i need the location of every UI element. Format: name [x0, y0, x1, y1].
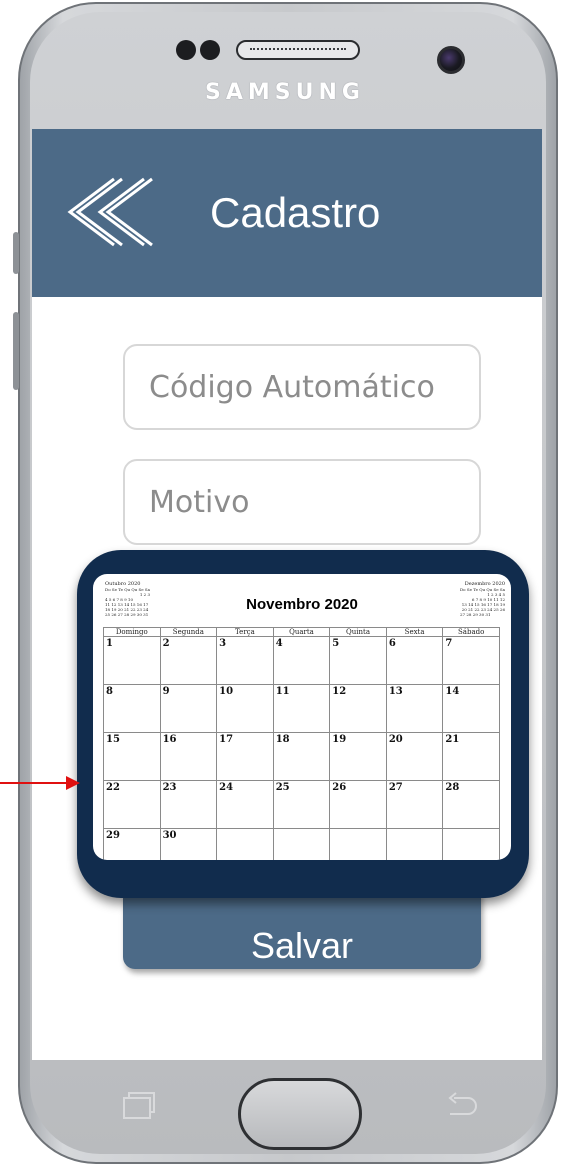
- annotation-arrow-icon: [0, 776, 80, 790]
- calendar-day[interactable]: 12: [329, 684, 387, 733]
- save-button-label: Salvar: [250, 925, 354, 966]
- calendar-day[interactable]: 28: [442, 780, 500, 829]
- calendar-day[interactable]: 21: [442, 732, 500, 781]
- calendar-day[interactable]: [442, 828, 500, 860]
- device-brand: SAMSUNG: [205, 80, 365, 105]
- calendar-day[interactable]: 27: [385, 780, 444, 829]
- speaker-grille: [236, 40, 360, 60]
- reason-field[interactable]: Motivo: [123, 459, 481, 545]
- double-chevron-left-icon[interactable]: [64, 173, 164, 251]
- calendar-day[interactable]: [216, 828, 274, 860]
- calendar-day[interactable]: 14: [442, 684, 500, 733]
- weekday-header: Sábado: [442, 627, 500, 637]
- calendar-day[interactable]: 30: [159, 828, 218, 860]
- weekday-header: Terça: [216, 627, 274, 637]
- calendar-day[interactable]: 8: [103, 684, 161, 733]
- weekday-header: Sexta: [385, 627, 444, 637]
- calendar-day[interactable]: 1: [103, 636, 161, 685]
- volume-button: [13, 232, 19, 274]
- calendar-day[interactable]: 16: [159, 732, 218, 781]
- code-field[interactable]: Código Automático: [123, 344, 481, 430]
- calendar-grid: Domingo Segunda Terça Quarta Quinta Sext…: [103, 627, 500, 860]
- calendar-day[interactable]: 15: [103, 732, 161, 781]
- weekday-header: Quinta: [329, 627, 387, 637]
- page-title: Cadastro: [210, 189, 381, 236]
- app-header: Cadastro: [32, 129, 542, 297]
- code-field-placeholder: Código Automático: [149, 369, 435, 405]
- weekday-header: Quarta: [272, 627, 331, 637]
- calendar-day[interactable]: 4: [272, 636, 331, 685]
- calendar-day[interactable]: 13: [385, 684, 444, 733]
- calendar-day[interactable]: 29: [103, 828, 161, 860]
- calendar-day[interactable]: [385, 828, 444, 860]
- calendar-title: Novembro 2020: [246, 596, 358, 613]
- back-key-icon[interactable]: [444, 1092, 478, 1118]
- calendar-day[interactable]: [329, 828, 387, 860]
- calendar-day[interactable]: 2: [159, 636, 218, 685]
- calendar-day[interactable]: 20: [385, 732, 444, 781]
- calendar-day[interactable]: 5: [329, 636, 387, 685]
- power-button: [13, 312, 19, 390]
- calendar-day[interactable]: 9: [159, 684, 218, 733]
- calendar-day[interactable]: 11: [272, 684, 331, 733]
- calendar-sheet: Outubro 2020 Do Se Te Qu Qu Se Sa 1 2 3 …: [93, 574, 511, 860]
- sensor-icon: [176, 40, 196, 60]
- weekday-header: Segunda: [159, 627, 218, 637]
- mini-calendar-row: 27 28 29 30 31: [459, 612, 491, 617]
- calendar-day[interactable]: 17: [216, 732, 274, 781]
- home-button[interactable]: [238, 1078, 362, 1150]
- calendar-day[interactable]: 6: [385, 636, 444, 685]
- calendar-day[interactable]: 7: [442, 636, 500, 685]
- weekday-header: Domingo: [103, 627, 161, 637]
- front-camera-icon: [437, 46, 465, 74]
- mini-calendar-next: Dezembro 2020 Do Se Te Qu Qu Se Sa 1 2 3…: [459, 582, 505, 618]
- calendar-day[interactable]: 25: [272, 780, 331, 829]
- calendar-day[interactable]: 3: [216, 636, 274, 685]
- calendar-day[interactable]: 18: [272, 732, 331, 781]
- recent-apps-icon[interactable]: [122, 1090, 156, 1120]
- calendar-day[interactable]: 10: [216, 684, 274, 733]
- sensor-icon: [200, 40, 220, 60]
- calendar-day[interactable]: 23: [159, 780, 218, 829]
- calendar-day[interactable]: 26: [329, 780, 387, 829]
- reason-field-placeholder: Motivo: [149, 484, 250, 520]
- calendar-day[interactable]: 22: [103, 780, 161, 829]
- calendar-day[interactable]: 24: [216, 780, 274, 829]
- calendar-day[interactable]: [272, 828, 331, 860]
- calendar-day[interactable]: 19: [329, 732, 387, 781]
